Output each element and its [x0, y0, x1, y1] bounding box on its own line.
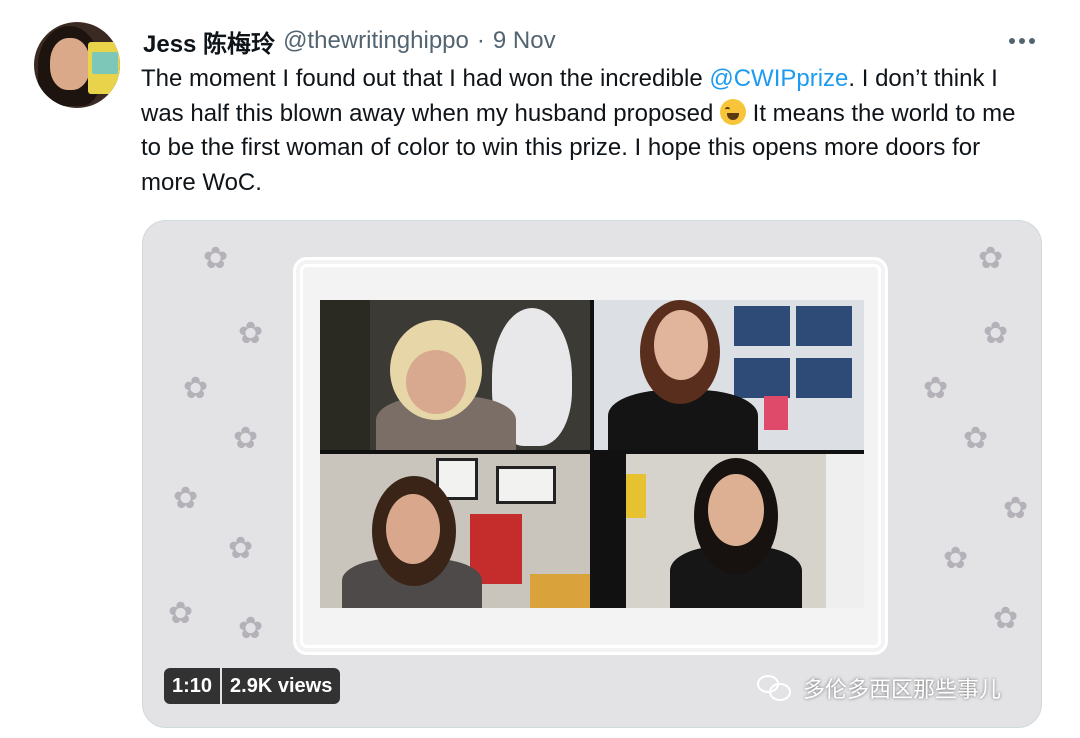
bookshelf	[796, 306, 852, 346]
flower-decoration-icon: ✿	[183, 372, 209, 405]
tweet-date[interactable]: 9 Nov	[493, 27, 556, 55]
flower-decoration-icon: ✿	[203, 242, 229, 275]
bookshelf	[734, 358, 790, 398]
more-dot	[1009, 38, 1015, 44]
flower-decoration-icon: ✿	[168, 597, 194, 630]
flower-decoration-icon: ✿	[978, 242, 1004, 275]
avatar-face	[50, 38, 90, 90]
bookshelf	[796, 358, 852, 398]
more-options-icon[interactable]	[1004, 26, 1040, 56]
tweet: Jess 陈梅玲 @thewritinghippo · 9 Nov The mo…	[0, 0, 1080, 738]
video-tile	[320, 300, 590, 450]
flower-decoration-icon: ✿	[983, 317, 1009, 350]
wechat-icon	[757, 673, 793, 703]
flower-decoration-icon: ✿	[963, 422, 989, 455]
mention-link[interactable]: @CWIPprize	[709, 65, 848, 92]
video-tile	[320, 454, 590, 608]
wall-picture	[496, 466, 556, 504]
flower-decoration-icon: ✿	[923, 372, 949, 405]
duration-badge: 1:10	[164, 668, 221, 704]
avatar[interactable]	[34, 22, 120, 108]
views-badge: 2.9K views	[222, 668, 341, 704]
watermark: 多伦多西区那些事儿	[757, 668, 1001, 708]
avatar-book-cover	[92, 52, 118, 74]
wechat-bubble	[769, 683, 791, 701]
flower-decoration-icon: ✿	[1003, 492, 1029, 525]
flower-decoration-icon: ✿	[233, 422, 259, 455]
flower-decoration-icon: ✿	[228, 532, 254, 565]
tweet-text: The moment I found out that I had won th…	[141, 62, 1041, 200]
video-call-grid	[320, 300, 864, 608]
tears-of-joy-emoji-icon	[720, 98, 746, 125]
person-face	[386, 494, 440, 564]
flower-decoration-icon: ✿	[173, 482, 199, 515]
person-face	[406, 350, 466, 414]
flower-decoration-icon: ✿	[993, 602, 1019, 635]
video-tile	[626, 454, 864, 608]
more-dot	[1029, 38, 1035, 44]
separator-dot: ·	[476, 27, 485, 54]
tweet-text-part1: The moment I found out that I had won th…	[141, 65, 710, 92]
author-handle[interactable]: @thewritinghippo	[283, 27, 469, 55]
book	[764, 396, 788, 430]
watermark-text: 多伦多西区那些事儿	[803, 678, 1002, 703]
flower-decoration-icon: ✿	[238, 317, 264, 350]
video-badges: 1:10 2.9K views	[164, 668, 341, 704]
background-plant	[320, 300, 370, 450]
wall-picture	[626, 474, 646, 518]
flower-decoration-icon: ✿	[943, 542, 969, 575]
tweet-header: Jess 陈梅玲 @thewritinghippo · 9 Nov	[143, 24, 556, 59]
door	[826, 454, 864, 608]
video-tile	[594, 300, 864, 450]
bookshelf	[734, 306, 790, 346]
person-face	[708, 474, 764, 546]
person-face	[654, 310, 708, 380]
book	[530, 574, 590, 608]
flower-decoration-icon: ✿	[238, 612, 264, 645]
author-name[interactable]: Jess 陈梅玲	[143, 24, 275, 59]
more-dot	[1019, 38, 1025, 44]
